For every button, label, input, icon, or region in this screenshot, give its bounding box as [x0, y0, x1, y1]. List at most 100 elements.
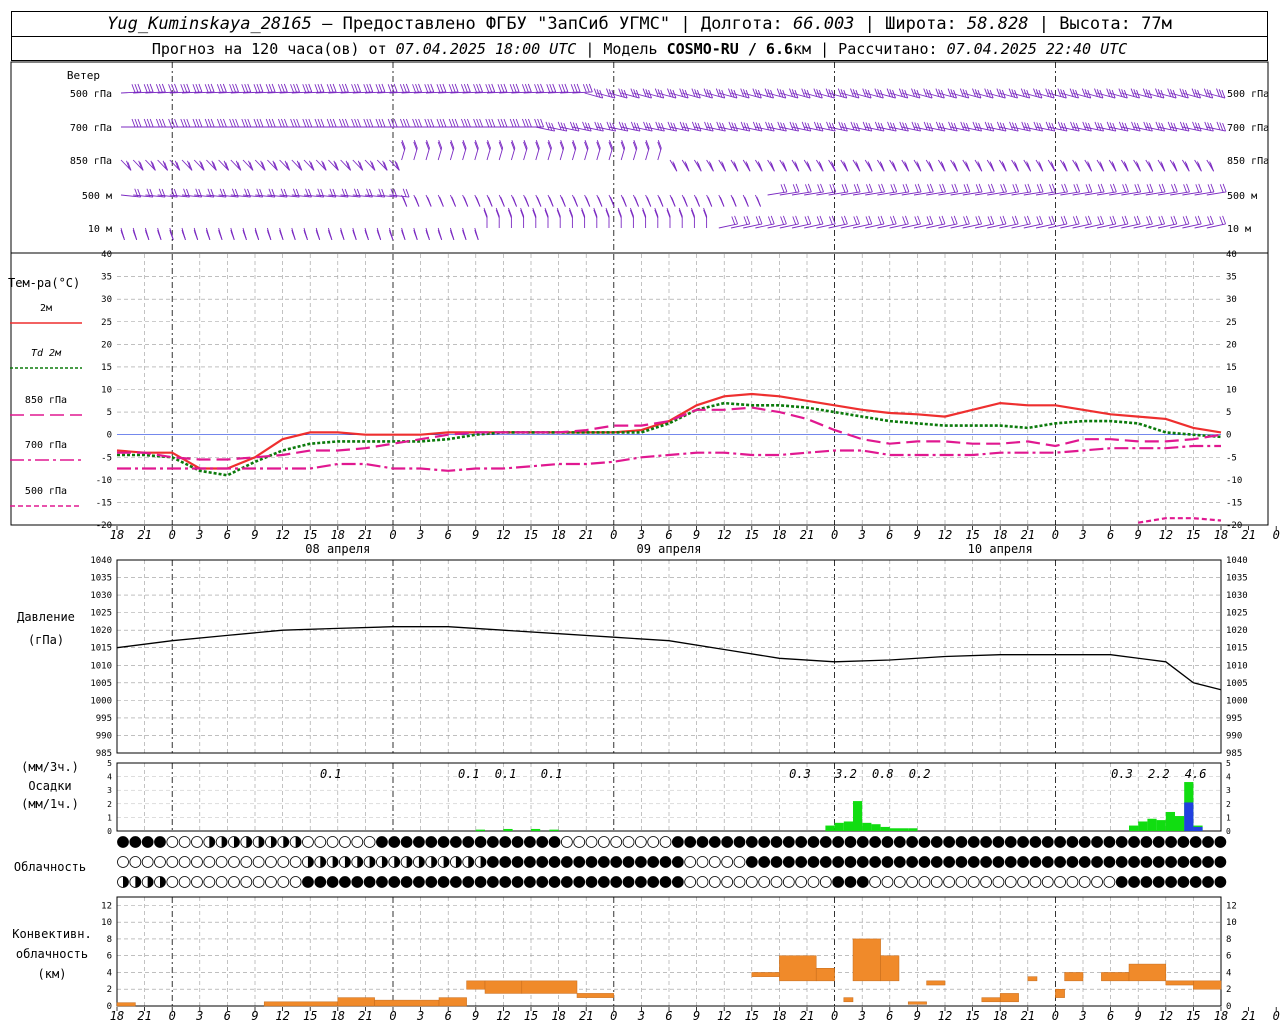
cloud-cover-circle	[893, 876, 906, 888]
cloud-cover-circle	[228, 876, 240, 888]
temp-ytick-right: 15	[1226, 363, 1237, 373]
wind-barb-feather	[1136, 122, 1141, 132]
cloud-cover-circle	[166, 876, 179, 888]
wind-barb-feather	[1036, 184, 1041, 193]
wind-barb-feather	[180, 118, 185, 128]
wind-barb-feather	[1158, 184, 1163, 193]
cloud-cover-half	[381, 856, 388, 868]
wind-barb-feather	[354, 83, 358, 93]
wind-barb-feather	[1143, 121, 1148, 131]
cloud-cover-circle	[191, 836, 203, 848]
wind-barb-feather	[1075, 122, 1080, 132]
wind-barb-feather	[476, 118, 481, 128]
wind-barb-feather	[902, 184, 907, 193]
wind-barb-feather	[247, 118, 252, 128]
temp-xtick-label: 6	[224, 528, 231, 542]
wind-barb-feather	[351, 84, 355, 93]
wind-barb-feather	[283, 118, 288, 128]
wind-barb-feather	[266, 229, 271, 239]
wind-barb-feather	[609, 196, 614, 206]
wind-barb-feather	[195, 118, 200, 128]
conv-xtick-label: 3	[1078, 1009, 1086, 1023]
cloud-cover-circle	[708, 856, 721, 868]
wind-barb-feather	[877, 122, 882, 131]
cloud-cover-circle	[215, 876, 228, 888]
wind-barb-feather	[329, 83, 334, 93]
cloud-cover-circle	[265, 856, 277, 868]
wind-barb-feather	[515, 83, 520, 93]
wind-barb-feather	[1219, 184, 1224, 193]
wind-barb-feather	[899, 121, 904, 131]
wind-barb-feather	[1000, 184, 1005, 193]
wind-barb-feather	[232, 83, 236, 93]
wind-barb-feather	[460, 118, 465, 128]
temp-ytick: 20	[101, 340, 112, 350]
wind-barb-feather	[804, 216, 809, 225]
cloud-cover-circle	[585, 836, 598, 848]
wind-barb-shaft	[425, 148, 430, 161]
wind-barb-feather	[853, 122, 858, 131]
wind-barb-feather	[366, 118, 371, 128]
wind-barb-feather	[1124, 215, 1129, 225]
wind-barb-feather	[1207, 216, 1211, 225]
temp-legend-label: Td 2м	[31, 348, 62, 359]
wind-barb-feather	[161, 83, 166, 93]
wind-barb-feather	[576, 83, 581, 93]
wind-barb-feather	[454, 118, 459, 128]
date-label: 08 апреля	[305, 542, 370, 556]
conv-xtick-label: 18	[551, 1009, 565, 1023]
cloud-cover-circle	[782, 876, 795, 888]
wind-barb-feather	[473, 84, 477, 93]
wind-barb-feather	[314, 84, 319, 93]
cloud-cover-circle	[918, 876, 931, 888]
wind-barb-feather	[570, 84, 575, 93]
wind-barb-feather	[975, 184, 980, 193]
cloud-cover-circle	[252, 856, 265, 868]
wind-barb-feather	[418, 83, 422, 93]
wind-barb-feather	[293, 118, 298, 128]
cloud-cover-circle	[622, 856, 635, 868]
conv-xtick-label: 15	[965, 1009, 979, 1023]
wind-barb-feather	[673, 122, 678, 132]
wind-barb-feather	[1033, 121, 1038, 131]
precip-ytick: 5	[107, 759, 112, 768]
wind-barb-feather	[527, 118, 532, 128]
wind-barb-feather	[1112, 183, 1117, 193]
cloud-cover-circle	[856, 856, 869, 868]
pressure-ytick: 1000	[90, 696, 112, 706]
cloud-cover-circle	[795, 876, 808, 888]
conv-xtick-label: 6	[224, 1009, 231, 1023]
wind-barb-feather	[536, 196, 541, 206]
wind-barb-feather	[1133, 122, 1138, 131]
wind-barb-feather	[369, 118, 374, 128]
cloud-cover-circle	[795, 856, 808, 868]
conv-cloud-bar	[1055, 988, 1065, 998]
temp-legend-label: 850 гПа	[25, 395, 67, 406]
cloud-cover-circle	[856, 836, 869, 848]
cloud-cover-circle	[339, 876, 351, 888]
wind-barb-feather	[978, 183, 983, 193]
wind-barb-feather	[317, 83, 322, 93]
wind-barb-feather	[540, 83, 544, 93]
conv-cloud-bar	[1101, 972, 1130, 982]
wind-level-label: 850 гПа	[70, 156, 112, 167]
wind-barb-feather	[296, 83, 300, 93]
wind-barb-feather	[667, 121, 672, 131]
conv-xtick-label: 3	[416, 1009, 424, 1023]
conv-xtick-label: 0	[1273, 1009, 1280, 1023]
cloud-cover-circle	[117, 836, 129, 848]
wind-barb-feather	[1109, 122, 1114, 131]
wind-barb-feather	[1121, 216, 1126, 225]
temp-title: Тем-ра(°С)	[8, 276, 80, 290]
cloud-cover-circle	[203, 876, 216, 888]
wind-barb-feather	[1112, 215, 1117, 225]
wind-barb-feather	[816, 216, 821, 225]
cloud-cover-circle	[832, 856, 845, 868]
wind-level-label-right: 850 гПа	[1227, 156, 1269, 167]
cloud-cover-circle	[1029, 856, 1042, 868]
cloud-cover-half	[357, 856, 363, 868]
cloud-cover-circle	[634, 876, 647, 888]
wind-barb-feather	[381, 83, 386, 93]
wind-barb-feather	[892, 122, 897, 132]
cloud-cover-half	[159, 876, 166, 888]
